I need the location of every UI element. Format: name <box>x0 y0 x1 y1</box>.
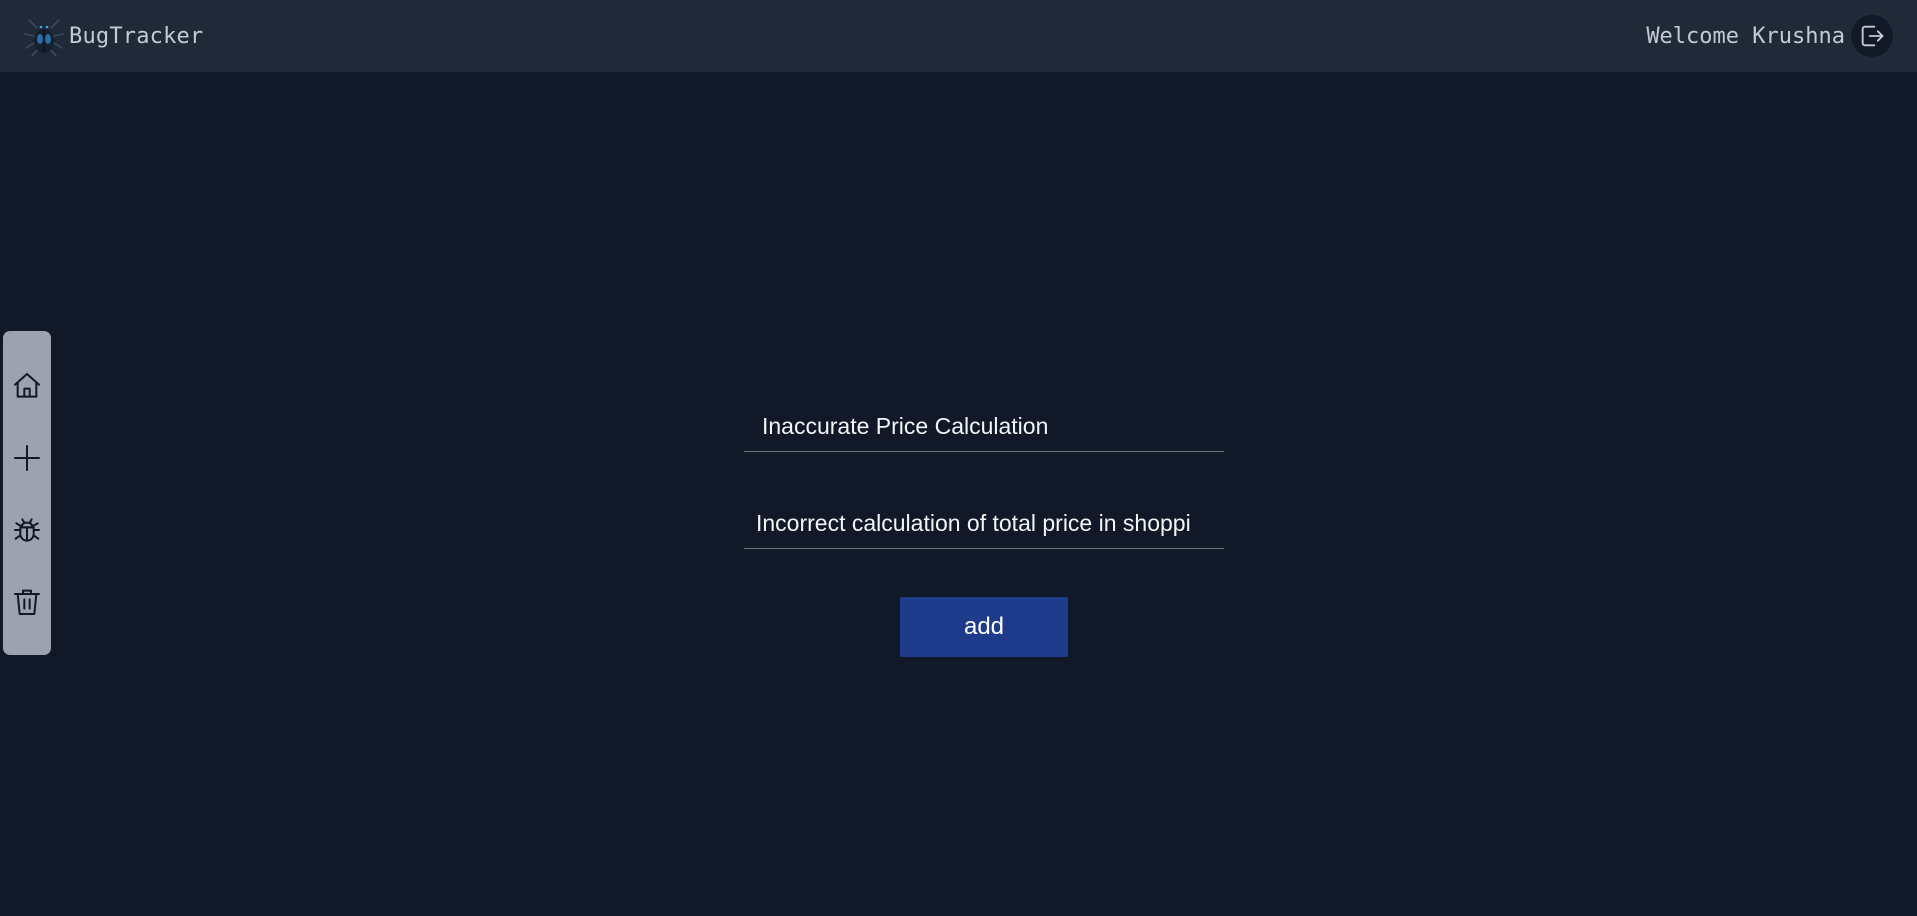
sidebar-item-home[interactable] <box>10 369 44 403</box>
home-icon <box>14 373 40 398</box>
user-area: Welcome Krushna <box>1646 15 1893 57</box>
trash-icon <box>14 589 40 615</box>
plus-icon <box>14 445 40 471</box>
add-button[interactable]: add <box>900 597 1068 657</box>
sidebar <box>3 331 51 655</box>
sidebar-item-delete[interactable] <box>10 585 44 619</box>
sidebar-item-add[interactable] <box>10 441 44 475</box>
welcome-text: Welcome Krushna <box>1646 23 1845 49</box>
logout-button[interactable] <box>1851 15 1893 57</box>
bug-logo-icon <box>24 19 64 57</box>
app-name: BugTracker <box>69 23 204 49</box>
bug-description-input[interactable] <box>744 499 1224 549</box>
brand[interactable]: BugTracker <box>22 14 203 58</box>
sidebar-item-bugs[interactable] <box>10 513 44 547</box>
bug-icon <box>14 518 40 542</box>
top-navbar: BugTracker Welcome Krushna <box>0 0 1917 72</box>
bug-title-input[interactable] <box>744 402 1224 452</box>
logout-icon <box>1861 25 1884 47</box>
